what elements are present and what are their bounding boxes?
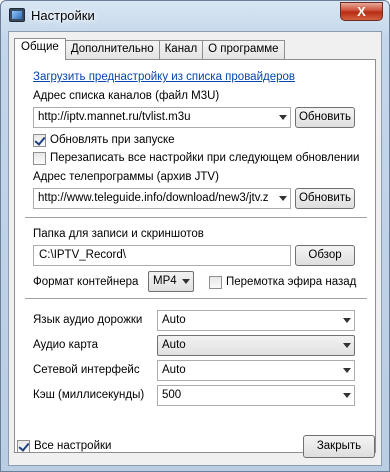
audio-track-label: Язык аудио дорожки — [33, 314, 143, 326]
network-interface-select[interactable]: Auto — [157, 360, 355, 381]
checkbox-unchecked-icon[interactable] — [33, 151, 46, 165]
epg-refresh-button[interactable]: Обновить — [295, 188, 355, 209]
playlist-refresh-button[interactable]: Обновить — [295, 107, 355, 128]
container-format-label: Формат контейнера — [33, 276, 139, 288]
playlist-label: Адрес списка каналов (файл M3U) — [33, 90, 220, 102]
tab-channel[interactable]: Канал — [158, 40, 204, 59]
close-button[interactable]: Закрыть — [303, 435, 375, 458]
playlist-url-combo[interactable]: http://iptv.mannet.ru/tvlist.m3u — [33, 107, 291, 128]
audio-card-select[interactable]: Auto — [157, 335, 355, 356]
audio-card-label: Аудио карта — [33, 339, 98, 351]
checkbox-checked-icon[interactable] — [17, 439, 30, 453]
overwrite-settings-checkbox[interactable]: Перезаписать все настройки при следующем… — [33, 151, 359, 165]
all-settings-checkbox[interactable]: Все настройки — [17, 439, 111, 453]
chevron-down-icon[interactable] — [343, 343, 351, 348]
tab-about[interactable]: О программе — [202, 40, 285, 59]
tab-general[interactable]: Общие — [14, 38, 66, 60]
overwrite-settings-label: Перезаписать все настройки при следующем… — [50, 152, 360, 164]
chevron-down-icon[interactable] — [182, 279, 190, 284]
cache-select[interactable]: 500 — [157, 385, 355, 406]
app-icon — [9, 8, 25, 22]
chevron-down-icon[interactable] — [279, 115, 287, 120]
chevron-down-icon[interactable] — [343, 368, 351, 373]
checkbox-unchecked-icon[interactable] — [209, 275, 222, 289]
update-on-start-label: Обновлять при запуске — [50, 134, 175, 146]
title-bar[interactable]: Настройки X — [1, 1, 389, 31]
settings-window: Настройки X Общие Дополнительно Канал О … — [0, 0, 390, 472]
window-title: Настройки — [31, 8, 95, 23]
browse-button[interactable]: Обзор — [295, 245, 355, 266]
record-folder-label: Папка для записи и скриншотов — [33, 228, 204, 240]
tab-panel-general: Загрузить преднастройку из списка провай… — [14, 59, 376, 453]
container-format-value: MP4 — [153, 275, 177, 287]
tab-bar: Общие Дополнительно Канал О программе — [14, 38, 285, 60]
network-interface-value: Auto — [162, 364, 186, 376]
playlist-url-value: http://iptv.mannet.ru/tvlist.m3u — [38, 111, 191, 123]
timeshift-checkbox[interactable]: Перемотка эфира назад — [209, 275, 356, 289]
audio-track-select[interactable]: Auto — [157, 310, 355, 331]
tab-advanced[interactable]: Дополнительно — [64, 40, 160, 59]
chevron-down-icon[interactable] — [279, 196, 287, 201]
cache-label: Кэш (миллисекунды) — [33, 389, 145, 401]
record-folder-input[interactable]: C:\IPTV_Record\ — [33, 245, 291, 266]
checkbox-checked-icon[interactable] — [33, 133, 46, 147]
audio-track-value: Auto — [162, 314, 186, 326]
all-settings-label: Все настройки — [34, 440, 112, 452]
epg-url-combo[interactable]: http://www.teleguide.info/download/new3/… — [33, 188, 291, 209]
audio-card-value: Auto — [162, 339, 186, 351]
window-close-button[interactable]: X — [340, 2, 383, 21]
divider — [25, 298, 367, 300]
dialog-body: Общие Дополнительно Канал О программе За… — [8, 31, 382, 466]
provider-preset-link[interactable]: Загрузить преднастройку из списка провай… — [33, 71, 295, 83]
epg-url-value: http://www.teleguide.info/download/new3/… — [38, 192, 269, 204]
chevron-down-icon[interactable] — [343, 318, 351, 323]
divider — [25, 217, 367, 219]
cache-value: 500 — [162, 389, 182, 401]
network-interface-label: Сетевой интерфейс — [33, 364, 140, 376]
chevron-down-icon[interactable] — [343, 393, 351, 398]
update-on-start-checkbox[interactable]: Обновлять при запуске — [33, 133, 175, 147]
epg-label: Адрес телепрограммы (архив JTV) — [33, 171, 219, 183]
container-format-select[interactable]: MP4 — [148, 271, 194, 292]
timeshift-label: Перемотка эфира назад — [226, 276, 357, 288]
